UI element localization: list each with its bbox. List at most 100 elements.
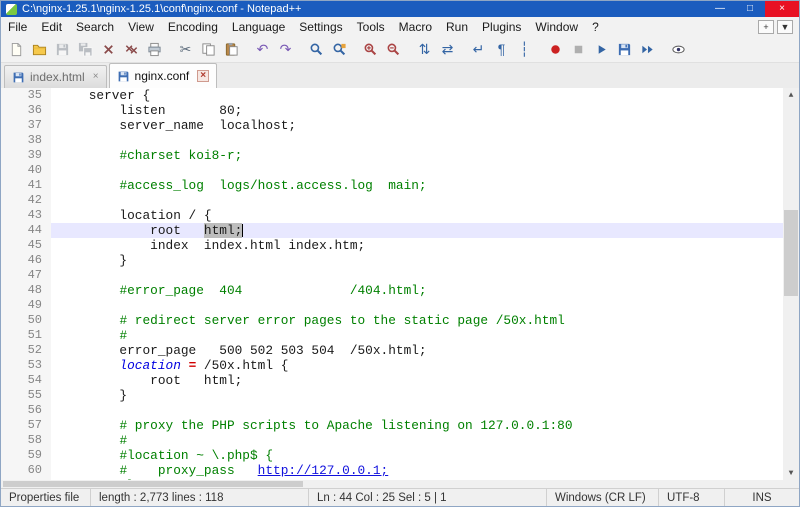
menu-encoding[interactable]: Encoding <box>161 18 225 36</box>
line-number: 50 <box>1 313 51 328</box>
code-line-51[interactable]: 51 # <box>1 328 783 343</box>
close-button[interactable]: × <box>765 1 799 17</box>
cut-icon[interactable]: ✂ <box>175 39 196 60</box>
monitoring-icon[interactable] <box>668 39 689 60</box>
sync-horizontal-scrolling-icon[interactable]: ⇄ <box>437 39 458 60</box>
menu-settings[interactable]: Settings <box>292 18 349 36</box>
menu-search[interactable]: Search <box>69 18 121 36</box>
line-number: 40 <box>1 163 51 178</box>
new-tab-button[interactable]: + <box>758 20 774 34</box>
code-line-47[interactable]: 47 <box>1 268 783 283</box>
menu-edit[interactable]: Edit <box>34 18 69 36</box>
menu-macro[interactable]: Macro <box>392 18 439 36</box>
code-line-39[interactable]: 39 #charset koi8-r; <box>1 148 783 163</box>
line-text: server_name localhost; <box>51 118 783 133</box>
replace-icon[interactable] <box>329 39 350 60</box>
code-line-37[interactable]: 37 server_name localhost; <box>1 118 783 133</box>
doc-list-button[interactable]: ▼ <box>777 20 793 34</box>
code-line-46[interactable]: 46 } <box>1 253 783 268</box>
code-line-40[interactable]: 40 <box>1 163 783 178</box>
menu-view[interactable]: View <box>121 18 161 36</box>
code-line-44[interactable]: 44 root html; <box>1 223 783 238</box>
close-file-icon[interactable] <box>98 39 119 60</box>
code-line-35[interactable]: 35 server { <box>1 88 783 103</box>
line-number: 51 <box>1 328 51 343</box>
code-line-48[interactable]: 48 #error_page 404 /404.html; <box>1 283 783 298</box>
code-line-57[interactable]: 57 # proxy the PHP scripts to Apache lis… <box>1 418 783 433</box>
menu-help[interactable]: ? <box>585 18 606 36</box>
code-line-36[interactable]: 36 listen 80; <box>1 103 783 118</box>
line-number: 41 <box>1 178 51 193</box>
status-bar: Properties file length : 2,773 lines : 1… <box>1 488 799 506</box>
show-all-characters-icon[interactable]: ¶ <box>491 39 512 60</box>
code-line-42[interactable]: 42 <box>1 193 783 208</box>
new-file-icon[interactable] <box>6 39 27 60</box>
tab-index-html[interactable]: index.html× <box>4 65 107 88</box>
horizontal-scrollbar-thumb[interactable] <box>3 481 303 487</box>
code-line-45[interactable]: 45 index index.html index.htm; <box>1 238 783 253</box>
zoom-in-icon[interactable] <box>360 39 381 60</box>
print-icon[interactable] <box>144 39 165 60</box>
code-line-49[interactable]: 49 <box>1 298 783 313</box>
zoom-out-icon[interactable] <box>383 39 404 60</box>
maximize-button[interactable]: □ <box>735 1 765 17</box>
code-line-59[interactable]: 59 #location ~ \.php$ { <box>1 448 783 463</box>
line-text: server { <box>51 88 783 103</box>
menu-tools[interactable]: Tools <box>350 18 392 36</box>
sync-vertical-scrolling-icon[interactable]: ⇅ <box>414 39 435 60</box>
minimize-button[interactable]: — <box>705 1 735 17</box>
word-wrap-icon[interactable]: ↵ <box>468 39 489 60</box>
code-line-53[interactable]: 53 location = /50x.html { <box>1 358 783 373</box>
find-icon[interactable] <box>306 39 327 60</box>
scroll-down-icon[interactable]: ▼ <box>783 466 799 480</box>
playback-macro-icon[interactable] <box>591 39 612 60</box>
tab-close-icon[interactable]: × <box>93 72 99 82</box>
vertical-scrollbar-thumb[interactable] <box>784 210 798 296</box>
line-text <box>51 268 783 283</box>
copy-icon[interactable] <box>198 39 219 60</box>
scrollbar-corner <box>783 480 799 488</box>
editor[interactable]: 35 server {36 listen 80;37 server_name l… <box>1 88 799 488</box>
code-line-41[interactable]: 41 #access_log logs/host.access.log main… <box>1 178 783 193</box>
code-line-52[interactable]: 52 error_page 500 502 503 504 /50x.html; <box>1 343 783 358</box>
start-recording-icon[interactable] <box>545 39 566 60</box>
scroll-up-icon[interactable]: ▲ <box>783 88 799 102</box>
code-area[interactable]: 35 server {36 listen 80;37 server_name l… <box>1 88 783 480</box>
code-line-43[interactable]: 43 location / { <box>1 208 783 223</box>
status-insert-mode[interactable]: INS <box>725 489 799 506</box>
line-number: 49 <box>1 298 51 313</box>
line-number: 39 <box>1 148 51 163</box>
line-text: location / { <box>51 208 783 223</box>
menu-window[interactable]: Window <box>528 18 585 36</box>
line-number: 36 <box>1 103 51 118</box>
open-file-icon[interactable] <box>29 39 50 60</box>
menu-plugins[interactable]: Plugins <box>475 18 528 36</box>
code-line-54[interactable]: 54 root html; <box>1 373 783 388</box>
menu-language[interactable]: Language <box>225 18 292 36</box>
code-line-58[interactable]: 58 # <box>1 433 783 448</box>
menu-file[interactable]: File <box>1 18 34 36</box>
line-text <box>51 193 783 208</box>
line-number: 46 <box>1 253 51 268</box>
close-all-icon[interactable] <box>121 39 142 60</box>
status-eol-format: Windows (CR LF) <box>547 489 659 506</box>
tab-nginx-conf[interactable]: nginx.conf× <box>109 63 218 88</box>
code-line-56[interactable]: 56 <box>1 403 783 418</box>
indent-guide-icon[interactable]: ┆ <box>514 39 535 60</box>
line-number: 59 <box>1 448 51 463</box>
save-macro-icon[interactable] <box>614 39 635 60</box>
code-line-60[interactable]: 60 # proxy_pass http://127.0.0.1; <box>1 463 783 478</box>
tab-close-icon[interactable]: × <box>197 70 209 82</box>
undo-icon[interactable]: ↶ <box>252 39 273 60</box>
horizontal-scrollbar[interactable] <box>1 480 783 488</box>
line-number: 48 <box>1 283 51 298</box>
paste-icon[interactable] <box>221 39 242 60</box>
line-number: 42 <box>1 193 51 208</box>
code-line-55[interactable]: 55 } <box>1 388 783 403</box>
code-line-38[interactable]: 38 <box>1 133 783 148</box>
run-macro-multiple-times-icon[interactable] <box>637 39 658 60</box>
vertical-scrollbar[interactable]: ▲ ▼ <box>783 88 799 480</box>
code-line-50[interactable]: 50 # redirect server error pages to the … <box>1 313 783 328</box>
redo-icon[interactable]: ↷ <box>275 39 296 60</box>
menu-run[interactable]: Run <box>439 18 475 36</box>
